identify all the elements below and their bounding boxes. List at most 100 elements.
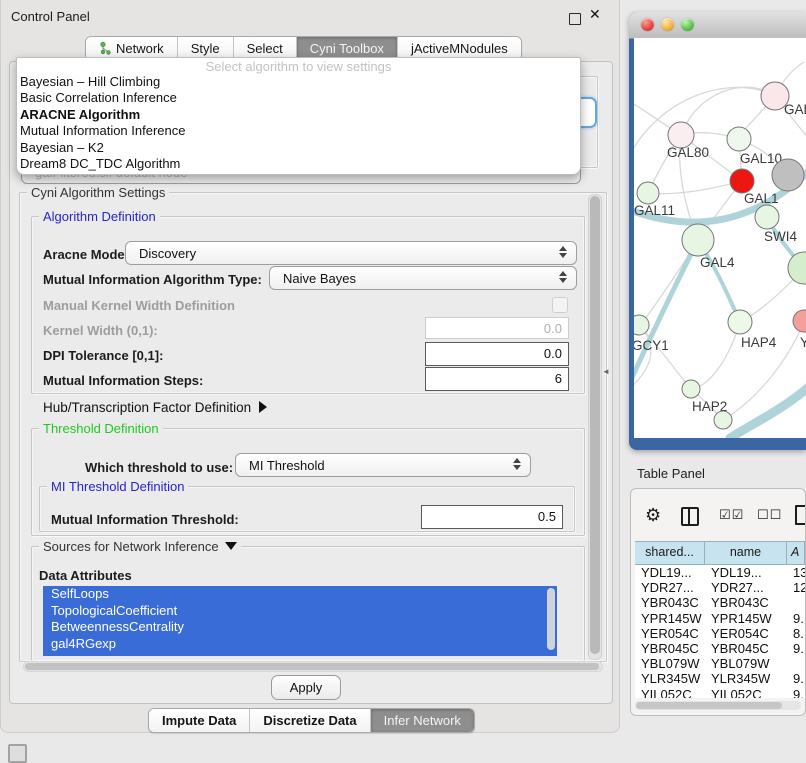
network-node-label: GAL10 [740,151,782,166]
attribute-list-scrollbar[interactable] [547,588,555,650]
table-row[interactable]: YBR043CYBR043C [635,595,805,610]
table-cell[interactable]: YBR045C [635,641,705,656]
dpi-tolerance-field[interactable]: 0.0 [425,342,569,366]
attribute-list-item[interactable]: TopologicalCoefficient [43,603,557,620]
manual-kernel-width-checkbox[interactable] [552,297,568,313]
algorithm-option[interactable]: Bayesian – K2 [17,140,580,156]
settings-horizontal-scrollbar[interactable] [23,661,603,672]
network-node[interactable] [755,205,779,229]
column-layout-icon[interactable] [681,507,699,526]
network-node-label: HAP4 [741,335,777,350]
network-node[interactable] [728,310,752,334]
threshold-definition-title: Threshold Definition [39,421,163,436]
network-node-label: Y [800,335,806,350]
minimized-panel-icon[interactable] [8,744,27,763]
table-cell[interactable] [787,656,805,671]
table-cell[interactable]: 8. [787,626,805,641]
table-header-row: shared... name A [635,541,805,565]
table-cell[interactable]: 9. [787,687,805,699]
table-cell[interactable]: YIL052C [635,687,705,699]
hub-definition-expander[interactable]: Hub/Transcription Factor Definition [43,400,267,415]
algorithm-option[interactable]: Dream8 DC_TDC Algorithm [17,156,580,172]
table-row[interactable]: YER054CYER054C8. [635,626,805,641]
algorithm-option[interactable]: Bayesian – Hill Climbing [17,74,580,90]
table-cell[interactable]: YBR043C [705,595,787,610]
table-cell[interactable]: YLR345W [705,671,787,686]
table-row[interactable]: YIL052CYIL052C9. [635,687,805,699]
mi-threshold-field[interactable]: 0.5 [421,505,563,529]
table-cell[interactable]: 12 [787,580,805,595]
table-horizontal-scrollbar[interactable] [635,701,801,710]
table-cell[interactable]: YPR145W [635,611,705,626]
gear-icon[interactable]: ⚙ [645,505,661,526]
close-traffic-light-icon[interactable] [641,18,654,31]
column-header-partial[interactable]: A [787,542,805,564]
apply-button[interactable]: Apply [271,675,341,700]
network-node[interactable] [714,411,732,429]
table-cell[interactable]: YDR27... [705,580,787,595]
network-node[interactable] [637,182,659,204]
table-cell[interactable]: YLR345W [635,671,705,686]
mi-algorithm-type-combobox[interactable]: Naive Bayes [269,266,577,290]
network-node[interactable] [772,159,804,191]
tab-impute-data[interactable]: Impute Data [149,709,250,732]
tab-infer-network[interactable]: Infer Network [371,709,474,732]
table-cell[interactable]: YDR27... [635,580,705,595]
float-window-icon[interactable] [569,13,581,25]
table-row[interactable]: YBR045CYBR045C9. [635,641,805,656]
table-cell[interactable]: 9. [787,671,805,686]
new-table-icon[interactable] [795,505,806,525]
network-node[interactable] [634,315,649,335]
mi-steps-field[interactable]: 6 [425,367,569,391]
table-cell[interactable]: YPR145W [705,611,787,626]
sources-group-title[interactable]: Sources for Network Inference [39,539,241,554]
table-cell[interactable]: YDL19... [635,565,705,580]
table-cell[interactable]: YBR045C [705,641,787,656]
algorithm-option[interactable]: Mutual Information Inference [17,123,580,139]
table-cell[interactable]: YBR043C [635,595,705,610]
tab-discretize-data[interactable]: Discretize Data [250,709,370,732]
minimize-traffic-light-icon[interactable] [661,18,674,31]
algorithm-option[interactable]: ARACNE Algorithm [17,107,580,123]
attribute-list-item[interactable]: SelfLoops [43,586,557,603]
which-threshold-combobox[interactable]: MI Threshold [235,453,531,477]
table-cell[interactable]: YBL079W [705,656,787,671]
network-node[interactable] [730,169,754,193]
network-node[interactable] [682,224,714,256]
combo-stepper-icon [559,271,567,283]
table-row[interactable]: YDL19...YDL19...13 [635,565,805,580]
settings-vertical-scrollbar[interactable] [588,194,602,660]
aracne-mode-combobox[interactable]: Discovery [125,241,577,265]
network-window-titlebar[interactable] [629,12,806,39]
table-cell[interactable]: 9. [787,641,805,656]
column-header-name[interactable]: name [705,542,787,564]
algorithm-option[interactable]: Basic Correlation Inference [17,90,580,106]
network-tab-icon [99,42,111,55]
network-node[interactable] [727,127,751,151]
kernel-width-field[interactable]: 0.0 [425,317,569,339]
zoom-traffic-light-icon[interactable] [681,18,694,31]
table-row[interactable]: YBL079WYBL079W [635,656,805,671]
network-canvas[interactable]: GALGAL80GAL10GAL1GAL11SWI4GAL4GCY1HAP4YH… [634,38,806,438]
table-cell[interactable]: YBL079W [635,656,705,671]
table-cell[interactable]: YIL052C [705,687,787,699]
table-cell[interactable]: YER054C [635,626,705,641]
attribute-list-item[interactable]: gal4RGexp [43,636,557,653]
select-all-columns-icon[interactable]: ☑☑ [719,507,744,523]
deselect-all-columns-icon[interactable]: ☐☐ [757,507,782,523]
close-icon[interactable]: ✕ [589,6,601,23]
table-row[interactable]: YLR345WYLR345W9. [635,671,805,686]
table-cell[interactable]: 9. [787,611,805,626]
network-svg: GALGAL80GAL10GAL1GAL11SWI4GAL4GCY1HAP4YH… [634,38,806,438]
table-cell[interactable]: YER054C [705,626,787,641]
column-header-shared-name[interactable]: shared... [635,542,705,564]
network-node[interactable] [793,310,806,332]
table-row[interactable]: YPR145WYPR145W9. [635,611,805,626]
network-node[interactable] [788,252,806,284]
table-cell[interactable] [787,595,805,610]
table-cell[interactable]: YDL19... [705,565,787,580]
attribute-list-item[interactable]: BetweennessCentrality [43,619,557,636]
network-node[interactable] [682,380,700,398]
table-cell[interactable]: 13 [787,565,805,580]
table-row[interactable]: YDR27...YDR27...12 [635,580,805,595]
